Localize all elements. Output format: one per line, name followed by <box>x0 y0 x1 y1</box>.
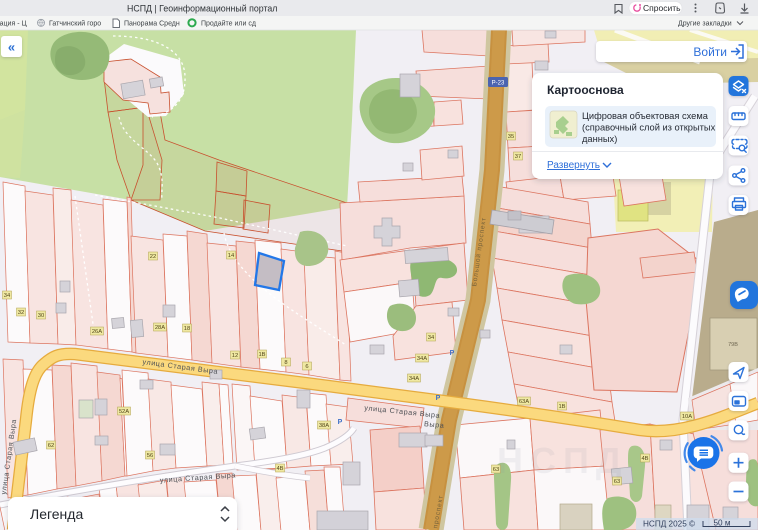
svg-text:Гатчинский горо: Гатчинский горо <box>49 20 101 28</box>
svg-text:22: 22 <box>150 254 156 260</box>
svg-text:Другие закладки: Другие закладки <box>678 21 732 28</box>
svg-text:вация - Ц: вация - Ц <box>0 21 27 28</box>
svg-text:«: « <box>8 40 15 55</box>
svg-text:12: 12 <box>232 353 238 359</box>
svg-text:Р-23: Р-23 <box>492 81 505 87</box>
svg-text:56: 56 <box>147 453 153 459</box>
svg-text:1В: 1В <box>558 404 565 410</box>
svg-text:4В: 4В <box>276 466 283 472</box>
svg-text:Войти: Войти <box>693 45 727 59</box>
svg-text:28А: 28А <box>155 325 165 331</box>
svg-text:1В: 1В <box>258 352 265 358</box>
svg-text:данных): данных) <box>582 134 617 144</box>
svg-text:38А: 38А <box>319 423 329 429</box>
svg-text:Продайте или сд: Продайте или сд <box>201 20 256 28</box>
svg-text:34: 34 <box>428 335 435 341</box>
svg-text:Панорама Средн: Панорама Средн <box>124 21 180 28</box>
svg-text:30: 30 <box>38 313 44 319</box>
svg-text:Развернуть: Развернуть <box>547 160 600 171</box>
svg-text:14: 14 <box>228 253 235 259</box>
svg-text:Р: Р <box>338 419 343 426</box>
svg-text:НСПД: НСПД <box>497 440 629 481</box>
svg-text:Спросить: Спросить <box>643 3 681 13</box>
svg-text:Р: Р <box>450 350 455 357</box>
svg-text:32: 32 <box>18 310 24 316</box>
svg-text:34А: 34А <box>409 376 419 382</box>
svg-text:10А: 10А <box>682 414 692 420</box>
svg-text:НСПД 2025 ©: НСПД 2025 © <box>643 520 695 529</box>
svg-text:(справочный слой из открытых: (справочный слой из открытых <box>582 123 716 133</box>
svg-text:34: 34 <box>4 293 11 299</box>
svg-text:35: 35 <box>508 134 514 140</box>
svg-text:НСПД | Геоинформационный порта: НСПД | Геоинформационный портал <box>127 4 277 14</box>
svg-text:Р: Р <box>436 395 441 402</box>
svg-text:34А: 34А <box>417 356 427 362</box>
svg-text:62: 62 <box>48 443 54 449</box>
svg-text:52А: 52А <box>119 409 129 415</box>
svg-text:26А: 26А <box>92 329 102 335</box>
svg-text:6: 6 <box>305 364 308 370</box>
svg-text:Выра: Выра <box>424 419 445 430</box>
svg-text:63А: 63А <box>519 399 529 405</box>
svg-text:Легенда: Легенда <box>30 506 83 522</box>
svg-text:79В: 79В <box>728 342 738 348</box>
svg-text:18: 18 <box>184 326 190 332</box>
svg-text:Цифровая объектовая схема: Цифровая объектовая схема <box>582 111 709 121</box>
svg-text:8: 8 <box>284 360 287 366</box>
svg-text:37: 37 <box>515 154 521 160</box>
svg-text:4В: 4В <box>641 456 648 462</box>
svg-text:Картооснова: Картооснова <box>547 83 624 97</box>
